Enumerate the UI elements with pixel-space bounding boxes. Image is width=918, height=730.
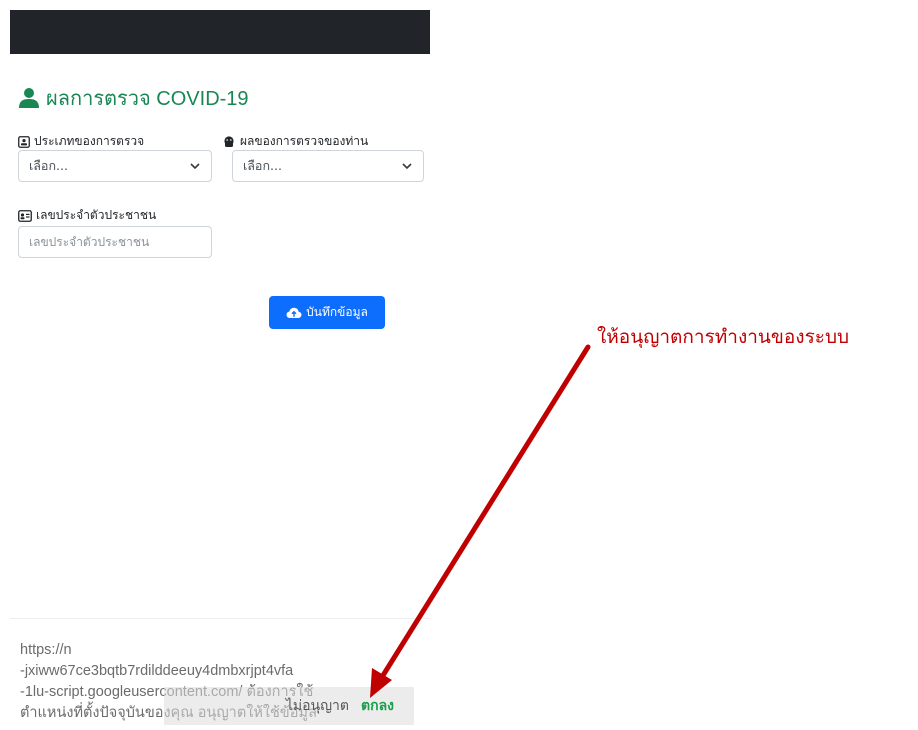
- annotation-arrow: [370, 344, 591, 698]
